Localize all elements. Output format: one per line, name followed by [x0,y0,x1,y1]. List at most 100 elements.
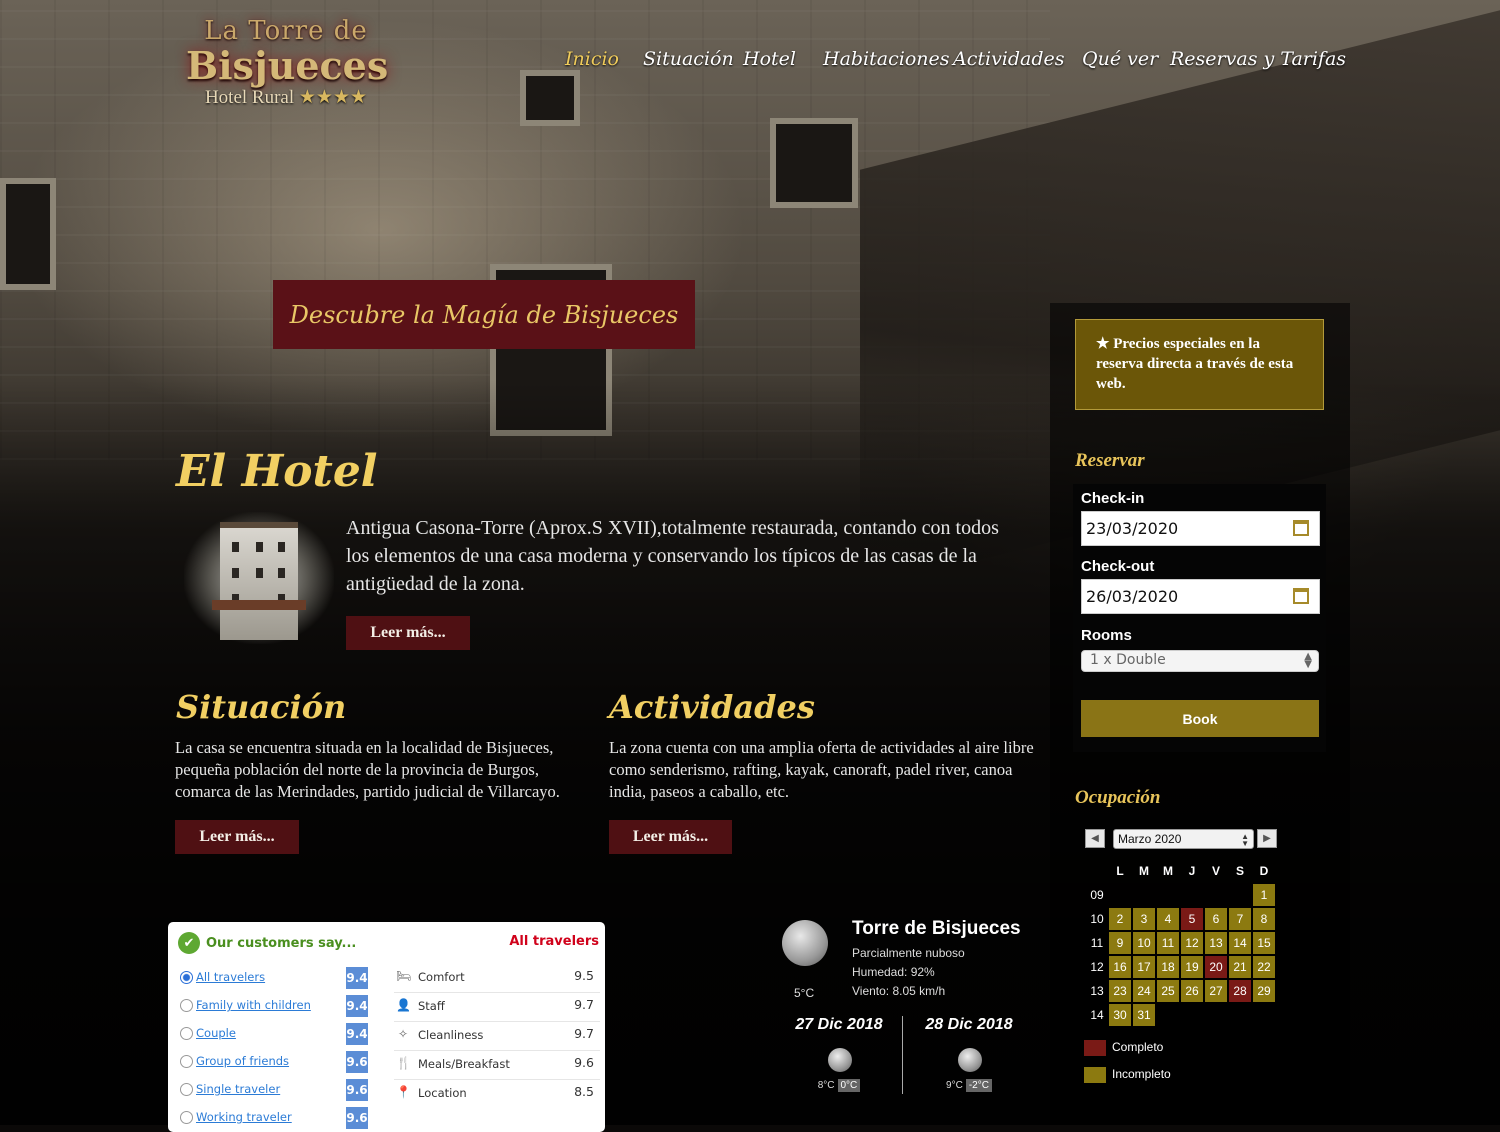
calendar-day-partial[interactable]: 12 [1181,932,1203,954]
reviews-selected-group: All travelers [509,934,599,949]
calendar-day-partial[interactable]: 13 [1205,932,1227,954]
traveler-type-label[interactable]: Couple [196,1026,236,1040]
calendar-day-partial[interactable]: 7 [1229,908,1251,930]
legend-label: Incompleto [1112,1067,1171,1082]
weather-widget: 5°C Torre de Bisjueces Parcialmente nubo… [776,914,1036,1104]
prev-month-arrow-icon[interactable]: ◀ [1085,829,1105,848]
calendar-day-partial[interactable]: 30 [1109,1004,1131,1026]
checkin-label: Check-in [1081,490,1145,507]
review-category-row: 📍 Location 8.5 [394,1080,600,1108]
traveler-type-label[interactable]: Group of friends [196,1054,289,1068]
traveler-type-label[interactable]: All travelers [196,970,265,984]
radio-button[interactable] [180,971,193,984]
calendar-day-partial[interactable]: 22 [1253,956,1275,978]
calendar-day-partial[interactable]: 31 [1133,1004,1155,1026]
traveler-type-item[interactable]: Group of friends 9.6 [178,1050,378,1078]
calendar-day-partial[interactable]: 11 [1157,932,1179,954]
traveler-type-label[interactable]: Family with children [196,998,311,1012]
score-badge: 9.4 [346,995,368,1017]
calendar-day-full[interactable]: 28 [1229,980,1251,1002]
forecast-day: 28 Dic 2018 9°C -2°C [914,1016,1024,1092]
calendar-day-partial[interactable]: 3 [1133,908,1155,930]
nav-que-ver[interactable]: Qué ver [1082,48,1158,70]
legend-label: Completo [1112,1040,1164,1055]
review-category-row: 👤 Staff 9.7 [394,993,600,1022]
hotel-logo[interactable]: La Torre de Bisjueces Hotel Rural ★★★★ [186,14,388,122]
actividades-read-more-button[interactable]: Leer más... [609,820,732,854]
radio-button[interactable] [180,1055,193,1068]
category-score: 8.5 [574,1084,594,1099]
radio-button[interactable] [180,999,193,1012]
current-temperature: 5°C [794,986,815,1000]
calendar-weekday-header: M [1139,864,1149,878]
calendar-day-partial[interactable]: 9 [1109,932,1131,954]
calendar-day-partial[interactable]: 2 [1109,908,1131,930]
calendar-day-partial[interactable]: 10 [1133,932,1155,954]
traveler-type-label[interactable]: Working traveler [196,1110,292,1124]
calendar-day-partial[interactable]: 23 [1109,980,1131,1002]
category-name: Cleanliness [418,1028,484,1042]
traveler-type-label[interactable]: Single traveler [196,1082,280,1096]
calendar-day-partial[interactable]: 24 [1133,980,1155,1002]
month-select[interactable]: Marzo 2020 ▲ ▼ [1113,829,1254,849]
calendar-day-partial[interactable]: 4 [1157,908,1179,930]
reviews-header-text: Our customers say... [206,935,357,951]
radio-button[interactable] [180,1083,193,1096]
calendar-week-number: 13 [1090,984,1104,998]
calendar-icon[interactable] [1293,588,1309,604]
hotel-read-more-button[interactable]: Leer más... [346,616,470,650]
traveler-type-item[interactable]: All travelers 9.4 [178,966,378,994]
forecast-divider [902,1016,903,1094]
logo-line3: Hotel Rural ★★★★ [186,86,386,109]
calendar-weekday-header: S [1235,864,1244,878]
situacion-read-more-button[interactable]: Leer más... [175,820,299,854]
forecast-max: 9°C [946,1080,963,1091]
radio-button[interactable] [180,1027,193,1040]
score-badge: 9.6 [346,1079,368,1101]
calendar-day-partial[interactable]: 8 [1253,908,1275,930]
calendar-day-partial[interactable]: 26 [1181,980,1203,1002]
calendar-day-partial[interactable]: 29 [1253,980,1275,1002]
traveler-type-item[interactable]: Family with children 9.4 [178,994,378,1022]
review-category-row: 🛏 Comfort 9.5 [394,964,600,993]
calendar-day-partial[interactable]: 18 [1157,956,1179,978]
calendar-day-partial[interactable]: 1 [1253,884,1275,906]
nav-actividades[interactable]: Actividades [953,48,1065,70]
traveler-type-item[interactable]: Working traveler 9.6 [178,1106,378,1132]
tower-porch [212,600,306,610]
rooms-select[interactable]: 1 x Double ▲ ▼ [1081,650,1319,672]
nav-reservas-tarifas[interactable]: Reservas y Tarifas [1170,48,1346,70]
traveler-type-item[interactable]: Single traveler 9.6 [178,1078,378,1106]
calendar-day-partial[interactable]: 21 [1229,956,1251,978]
calendar-day-partial[interactable]: 17 [1133,956,1155,978]
calendar-day-partial[interactable]: 16 [1109,956,1131,978]
review-category-row: ✧ Cleanliness 9.7 [394,1022,600,1051]
calendar-day-partial[interactable]: 14 [1229,932,1251,954]
score-badge: 9.6 [346,1107,368,1129]
next-month-arrow-icon[interactable]: ▶ [1257,829,1277,848]
nav-situacion[interactable]: Situación [643,48,734,70]
checkout-date-field[interactable]: 26/03/2020 [1081,579,1320,614]
calendar-day-partial[interactable]: 6 [1205,908,1227,930]
booking-form: Check-in 23/03/2020 Check-out 26/03/2020… [1073,484,1326,752]
nav-inicio[interactable]: Inicio [565,48,619,70]
calendar-day-full[interactable]: 5 [1181,908,1203,930]
checkin-date-field[interactable]: 23/03/2020 [1081,511,1320,546]
nav-hotel[interactable]: Hotel [743,48,796,70]
hotel-thumbnail-image[interactable] [184,512,334,644]
calendar-icon[interactable] [1293,520,1309,536]
bed-icon: 🛏 [396,969,412,983]
calendar-day-partial[interactable]: 25 [1157,980,1179,1002]
calendar-day-partial[interactable]: 27 [1205,980,1227,1002]
category-score: 9.6 [574,1055,594,1070]
calendar-day-full[interactable]: 20 [1205,956,1227,978]
calendar-day-partial[interactable]: 19 [1181,956,1203,978]
calendar-day-partial[interactable]: 15 [1253,932,1275,954]
logo-subtitle: Hotel Rural [204,87,295,108]
traveler-type-item[interactable]: Couple 9.4 [178,1022,378,1050]
book-button[interactable]: Book [1081,700,1319,737]
nav-habitaciones[interactable]: Habitaciones [823,48,950,70]
radio-button[interactable] [180,1111,193,1124]
situacion-title: Situación [176,688,347,726]
ocupacion-title: Ocupación [1075,787,1161,808]
